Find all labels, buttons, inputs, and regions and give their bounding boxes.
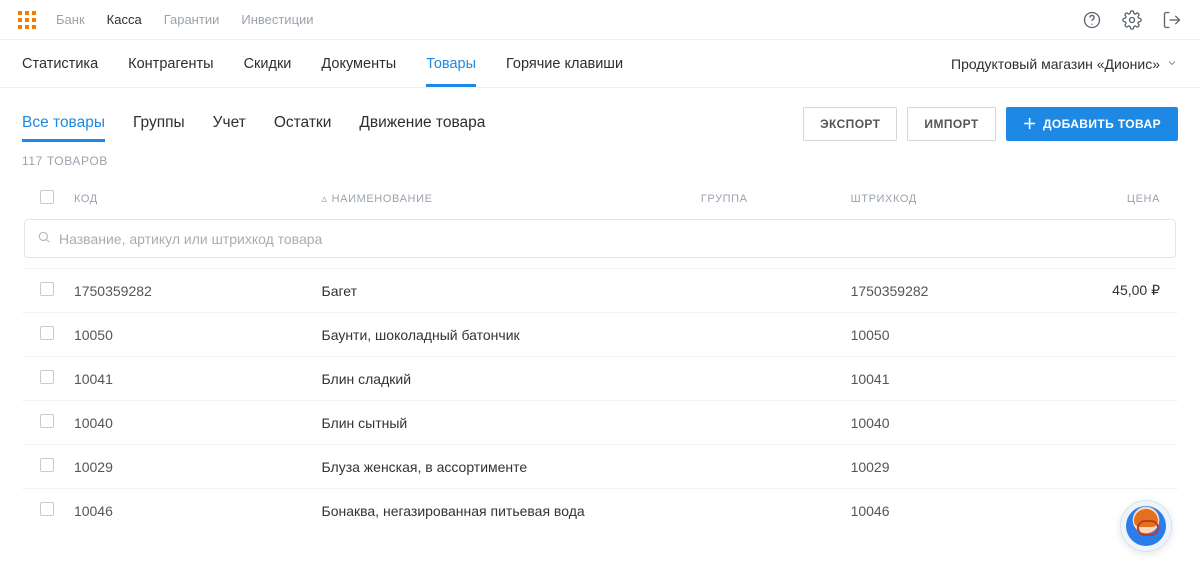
sub-nav: Статистика Контрагенты Скидки Документы … (0, 40, 1200, 88)
logout-icon[interactable] (1162, 10, 1182, 30)
tab-statistics[interactable]: Статистика (22, 42, 98, 86)
col-header-code[interactable]: КОД (74, 193, 322, 205)
cell-code: 10050 (74, 327, 322, 343)
row-checkbox[interactable] (40, 326, 54, 340)
table-row[interactable]: 10046Бонаква, негазированная питьевая во… (22, 488, 1178, 532)
table-body: 1750359282Багет175035928245,00 ₽10050Бау… (22, 268, 1178, 532)
cell-name: Баунти, шоколадный батончик (322, 327, 701, 343)
topbar: Банк Касса Гарантии Инвестиции (0, 0, 1200, 40)
tab-discounts[interactable]: Скидки (244, 42, 292, 86)
inner-tab-accounting[interactable]: Учет (213, 106, 246, 142)
settings-icon[interactable] (1122, 10, 1142, 30)
store-selector[interactable]: Продуктовый магазин «Дионис» (951, 56, 1178, 72)
support-avatar-icon (1126, 506, 1166, 546)
col-header-price[interactable]: ЦЕНА (1080, 193, 1160, 205)
tab-counterparties[interactable]: Контрагенты (128, 42, 213, 86)
sort-asc-icon: ▵ (322, 193, 328, 205)
table-row[interactable]: 1750359282Багет175035928245,00 ₽ (22, 268, 1178, 312)
cell-barcode: 10041 (851, 371, 1081, 387)
top-nav-bank[interactable]: Банк (56, 12, 85, 27)
help-icon[interactable] (1082, 10, 1102, 30)
search-icon (37, 230, 51, 247)
logo-icon[interactable] (18, 11, 36, 29)
row-checkbox[interactable] (40, 458, 54, 472)
top-nav-kassa[interactable]: Касса (107, 12, 142, 27)
support-chat-button[interactable] (1120, 500, 1172, 552)
cell-barcode: 1750359282 (851, 283, 1081, 299)
tab-hotkeys[interactable]: Горячие клавиши (506, 42, 623, 86)
export-button[interactable]: ЭКСПОРТ (803, 107, 897, 141)
cell-code: 10040 (74, 415, 322, 431)
table-row[interactable]: 10029Блуза женская, в ассортименте10029 (22, 444, 1178, 488)
inner-tab-movement[interactable]: Движение товара (359, 106, 485, 142)
cell-name: Блин сладкий (322, 371, 701, 387)
cell-code: 10029 (74, 459, 322, 475)
tab-products[interactable]: Товары (426, 42, 476, 86)
inner-tab-all[interactable]: Все товары (22, 106, 105, 142)
row-checkbox[interactable] (40, 282, 54, 296)
cell-code: 1750359282 (74, 283, 322, 299)
cell-code: 10041 (74, 371, 322, 387)
cell-name: Багет (322, 283, 701, 299)
row-checkbox[interactable] (40, 414, 54, 428)
cell-barcode: 10050 (851, 327, 1081, 343)
inner-bar: Все товары Группы Учет Остатки Движение … (0, 88, 1200, 142)
product-table: КОД ▵НАИМЕНОВАНИЕ ГРУППА ШТРИХКОД ЦЕНА 1… (0, 172, 1200, 552)
col-header-barcode[interactable]: ШТРИХКОД (851, 193, 1081, 205)
table-row[interactable]: 10050Баунти, шоколадный батончик10050 (22, 312, 1178, 356)
row-checkbox[interactable] (40, 370, 54, 384)
inner-tab-groups[interactable]: Группы (133, 106, 185, 142)
table-row[interactable]: 10041Блин сладкий10041 (22, 356, 1178, 400)
cell-name: Блуза женская, в ассортименте (322, 459, 701, 475)
top-nav-investments[interactable]: Инвестиции (241, 12, 313, 27)
add-product-button[interactable]: ＋ ДОБАВИТЬ ТОВАР (1006, 107, 1178, 141)
store-selector-label: Продуктовый магазин «Дионис» (951, 56, 1160, 72)
search-input[interactable] (59, 231, 1163, 247)
table-row[interactable]: 10040Блин сытный10040 (22, 400, 1178, 444)
row-checkbox[interactable] (40, 502, 54, 516)
top-icons (1082, 10, 1182, 30)
cell-name: Бонаква, негазированная питьевая вода (322, 503, 701, 519)
cell-barcode: 10040 (851, 415, 1081, 431)
cell-barcode: 10046 (851, 503, 1081, 519)
tab-documents[interactable]: Документы (321, 42, 396, 86)
cell-name: Блин сытный (322, 415, 701, 431)
search-box[interactable] (24, 219, 1176, 258)
inner-tab-stock[interactable]: Остатки (274, 106, 332, 142)
import-button[interactable]: ИМПОРТ (907, 107, 995, 141)
add-product-label: ДОБАВИТЬ ТОВАР (1043, 117, 1161, 131)
top-nav: Банк Касса Гарантии Инвестиции (56, 12, 1082, 27)
cell-barcode: 10029 (851, 459, 1081, 475)
select-all-checkbox[interactable] (40, 190, 54, 204)
table-header: КОД ▵НАИМЕНОВАНИЕ ГРУППА ШТРИХКОД ЦЕНА (22, 176, 1178, 219)
col-header-group[interactable]: ГРУППА (701, 193, 851, 205)
col-header-name[interactable]: ▵НАИМЕНОВАНИЕ (322, 192, 701, 205)
cell-price: 45,00 ₽ (1080, 282, 1160, 299)
chevron-down-icon (1166, 56, 1178, 72)
cell-code: 10046 (74, 503, 322, 519)
items-count: 117 ТОВАРОВ (0, 142, 1200, 172)
top-nav-guarantees[interactable]: Гарантии (164, 12, 220, 27)
